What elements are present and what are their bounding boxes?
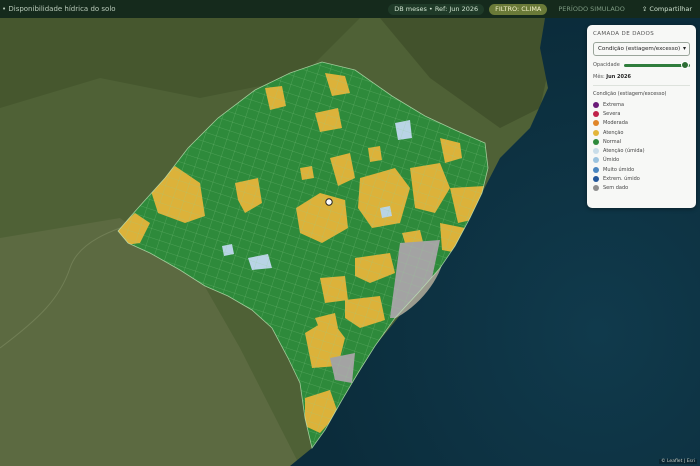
top-bar: • Disponibilidade hídrica do solo DB mes… (0, 0, 700, 18)
legend-item: Atenção (úmida) (593, 146, 690, 155)
legend-item: Atenção (593, 128, 690, 137)
panel-heading: CAMADA DE DADOS (593, 31, 655, 37)
opacity-label: Opacidade (593, 62, 620, 68)
legend-label: Muito úmido (603, 166, 635, 173)
legend-label: Sem dado (603, 185, 629, 192)
legend-title: Condição (estiagem/excesso) (593, 91, 667, 97)
legend-label: Extrema (603, 101, 625, 108)
legend-swatch (593, 129, 599, 136)
legend-item: Muito úmido (593, 165, 690, 174)
month-value: Jun 2026 (606, 74, 631, 80)
legend-label: Atenção (603, 129, 624, 136)
layer-select-value: Condição (estiagem/excesso) (598, 46, 681, 52)
legend-swatch (593, 101, 599, 108)
legend-label: Moderada (603, 120, 628, 127)
month-label: Mês: (593, 74, 605, 80)
legend-item: Extrema (593, 100, 690, 109)
reference-badge: DB meses • Ref: Jun 2026 (388, 3, 485, 15)
legend-label: Extrem. úmido (603, 176, 640, 183)
legend-item: Extrem. úmido (593, 174, 690, 183)
legend-swatch (593, 157, 599, 164)
legend-item: Úmido (593, 156, 690, 165)
legend-item: Moderada (593, 119, 690, 128)
month-readout: Mês: Jun 2026 (593, 74, 690, 80)
legend-swatch (593, 110, 599, 117)
legend-swatch (593, 148, 599, 155)
legend-item: Normal (593, 137, 690, 146)
divider (593, 85, 690, 86)
legend-item: Sem dado (593, 184, 690, 193)
location-marker[interactable] (325, 198, 333, 206)
legend: Extrema Severa Moderada Atenção Normal Atençã… (593, 100, 690, 193)
legend-item: Severa (593, 109, 690, 118)
share-label: Compartilhar (649, 4, 692, 13)
legend-swatch (593, 166, 599, 173)
legend-label: Úmido (603, 157, 620, 164)
data-layer-panel: CAMADA DE DADOS Condição (estiagem/exces… (587, 25, 696, 208)
legend-swatch (593, 176, 599, 183)
legend-label: Atenção (úmida) (603, 148, 645, 155)
map-attribution: © Leaflet | Esri (659, 459, 697, 464)
filter-chip[interactable]: FILTRO: CLIMA (489, 3, 548, 15)
legend-swatch (593, 138, 599, 145)
chevron-down-icon: ▾ (682, 45, 686, 52)
legend-label: Severa (603, 110, 621, 117)
legend-swatch (593, 120, 599, 127)
layer-select[interactable]: Condição (estiagem/excesso) ▾ (593, 42, 690, 56)
legend-swatch (593, 185, 599, 192)
opacity-row: Opacidade (593, 60, 690, 69)
opacity-slider[interactable] (623, 60, 690, 69)
opacity-slider-handle[interactable] (680, 60, 689, 69)
share-button[interactable]: ⇪ Compartilhar (636, 4, 698, 15)
page-title: • Disponibilidade hídrica do solo (2, 5, 116, 13)
period-toggle[interactable]: PERÍODO SIMULADO (552, 4, 631, 15)
legend-label: Normal (603, 138, 622, 145)
